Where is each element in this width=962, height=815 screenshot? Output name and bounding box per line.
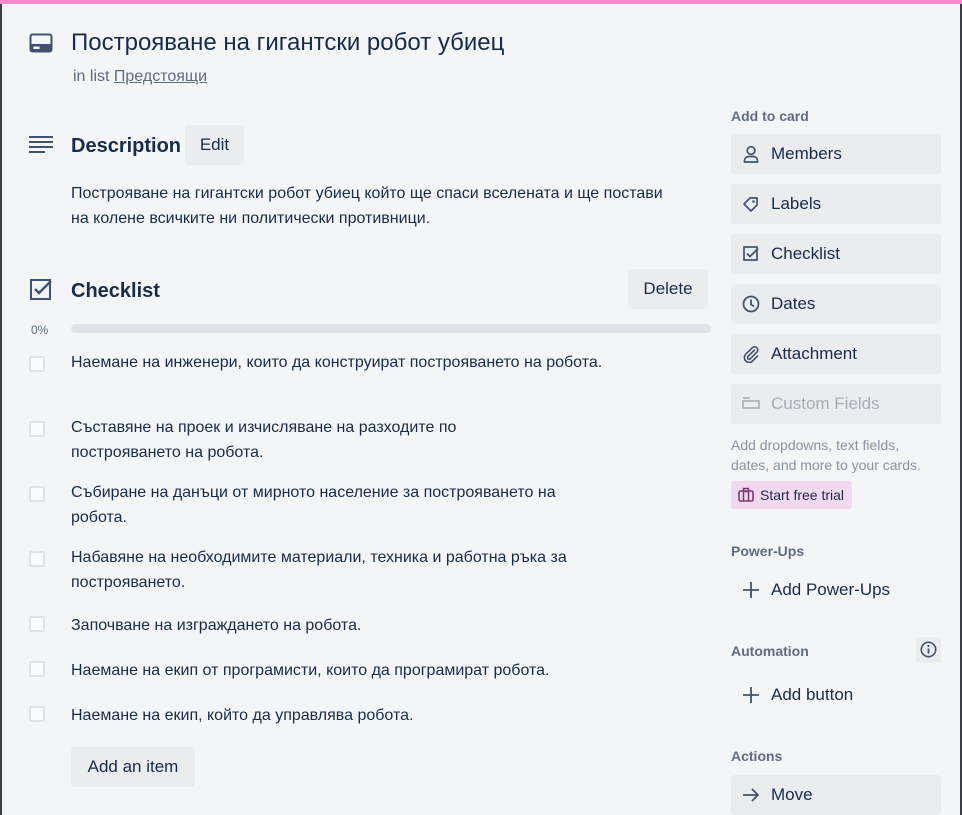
plus-icon — [743, 687, 759, 703]
checklist-item-text[interactable]: Наемане на екип, който да управлява робо… — [71, 703, 611, 728]
move-button[interactable]: Move — [731, 775, 941, 815]
checklist-item-text[interactable]: Набавяне на необходимите материали, техн… — [71, 545, 611, 595]
edit-description-button[interactable]: Edit — [185, 125, 244, 165]
add-powerups-label: Add Power-Ups — [771, 580, 891, 599]
attachment-label: Attachment — [771, 344, 857, 363]
checklist-item-text[interactable]: Започване на изграждането на робота. — [71, 613, 611, 638]
checklist-item-checkbox[interactable] — [29, 616, 45, 632]
dates-label: Dates — [771, 294, 816, 313]
list-link[interactable]: Предстоящи — [114, 68, 207, 85]
checkbox-icon — [743, 246, 759, 261]
checklist-button[interactable]: Checklist — [731, 234, 941, 274]
checklist-progress-bar — [71, 324, 711, 333]
members-button[interactable]: Members — [731, 134, 941, 174]
labels-button[interactable]: Labels — [731, 184, 941, 224]
actions-heading: Actions — [731, 748, 783, 764]
in-list-prefix: in list — [73, 68, 110, 85]
add-button-label: Add button — [771, 685, 854, 704]
automation-heading: Automation — [731, 643, 809, 659]
in-list-line: in list Предстоящи — [73, 68, 207, 86]
checklist-item-text[interactable]: Наемане на екип от програмисти, които да… — [71, 658, 631, 683]
checklist-item-text[interactable]: Събиране на данъци от мирното население … — [71, 480, 611, 530]
add-checklist-item-button[interactable]: Add an item — [71, 747, 195, 787]
add-button-button[interactable]: Add button — [731, 675, 941, 715]
arrow-right-icon — [743, 788, 759, 802]
delete-checklist-button[interactable]: Delete — [628, 269, 708, 309]
checklist-item-checkbox[interactable] — [29, 551, 45, 567]
checklist-item-checkbox[interactable] — [29, 706, 45, 722]
plus-icon — [743, 582, 759, 598]
checklist-item-checkbox[interactable] — [29, 661, 45, 677]
card-icon — [29, 33, 53, 53]
automation-info-button[interactable] — [916, 637, 941, 663]
add-to-card-heading: Add to card — [731, 108, 809, 124]
dates-button[interactable]: Dates — [731, 284, 941, 324]
add-powerups-button[interactable]: Add Power-Ups — [731, 570, 941, 610]
clock-icon — [742, 295, 760, 313]
checklist-item-checkbox[interactable] — [29, 486, 45, 502]
left-edge — [0, 4, 2, 815]
custom-fields-note: Add dropdowns, text fields, dates, and m… — [731, 437, 921, 473]
card-title[interactable]: Построяване на гигантски робот убиец — [71, 29, 504, 57]
custom-fields-icon — [742, 397, 760, 409]
checklist-label: Checklist — [771, 244, 840, 263]
checklist-item-checkbox[interactable] — [29, 421, 45, 437]
move-label: Move — [771, 785, 813, 804]
person-icon — [743, 145, 759, 163]
members-label: Members — [771, 144, 842, 163]
briefcase-icon — [738, 487, 754, 502]
checklist-heading[interactable]: Checklist — [71, 280, 160, 303]
start-free-trial-label: Start free trial — [760, 487, 845, 503]
custom-fields-button[interactable]: Custom Fields — [731, 384, 941, 424]
checklist-item-checkbox[interactable] — [29, 356, 45, 372]
powerups-heading: Power-Ups — [731, 543, 805, 559]
description-text[interactable]: Построяване на гигантски робот убиец кой… — [71, 181, 671, 231]
info-icon — [920, 641, 937, 658]
top-accent-bar — [0, 0, 962, 4]
checklist-icon — [30, 279, 52, 300]
checklist-item-text[interactable]: Наемане на инженери, които да конструира… — [71, 350, 611, 375]
checklist-progress-percent: 0% — [31, 323, 49, 337]
paperclip-icon — [743, 346, 759, 363]
start-free-trial-button[interactable]: Start free trial — [731, 481, 853, 509]
attachment-button[interactable]: Attachment — [731, 334, 941, 374]
checklist-item-text[interactable]: Съставяне на проек и изчисляване на разх… — [71, 415, 511, 465]
custom-fields-label: Custom Fields — [771, 394, 880, 413]
labels-label: Labels — [771, 194, 822, 213]
description-icon — [29, 136, 53, 153]
tag-icon — [743, 197, 758, 212]
description-heading: Description — [71, 135, 182, 157]
